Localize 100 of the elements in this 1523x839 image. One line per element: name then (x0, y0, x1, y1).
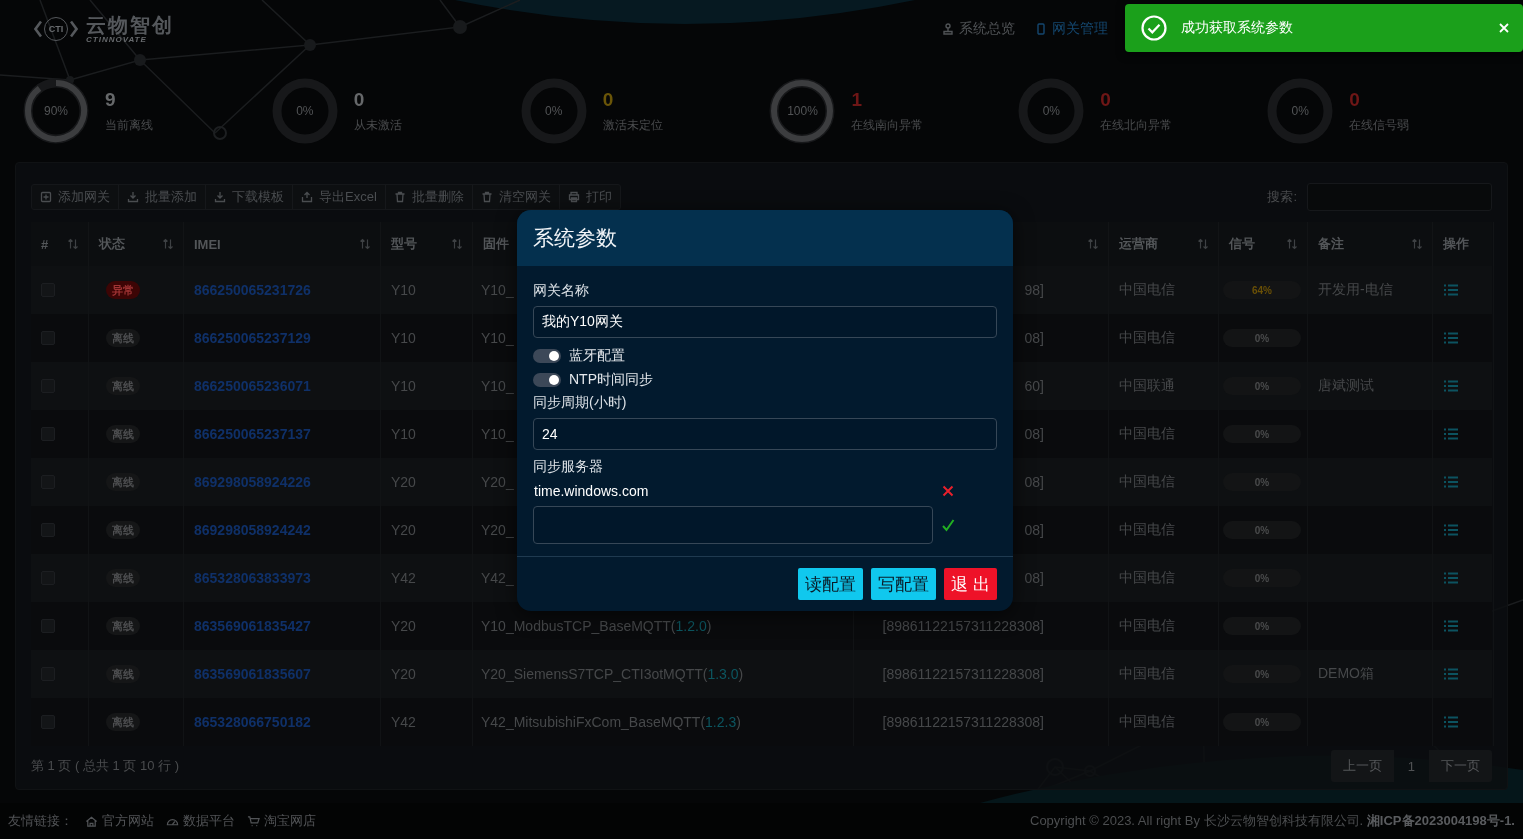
list-menu-icon[interactable] (1443, 668, 1459, 680)
sort-icon[interactable] (359, 238, 371, 250)
toolbar-button[interactable]: 打印 (559, 185, 620, 209)
iccid-text: 60] (1024, 378, 1044, 394)
download-icon (127, 191, 139, 203)
home-icon (85, 814, 98, 828)
logo-subtitle: CTINNOVATE (86, 35, 147, 44)
iccid-text: 08] (1024, 474, 1044, 490)
list-menu-icon[interactable] (1443, 572, 1459, 584)
firmware-text: Y10_ (481, 330, 514, 346)
firmware-text: Y10_ (481, 282, 514, 298)
footer-link[interactable]: 官方网站 (85, 812, 154, 830)
firmware-text: Y20_ (481, 474, 514, 490)
check-circle-icon (1141, 15, 1167, 41)
toolbar-button[interactable]: 清空网关 (472, 185, 560, 209)
imei-link[interactable]: 869298058924226 (194, 474, 311, 490)
signal-badge: 64% (1223, 281, 1301, 299)
imei-link[interactable]: 866250065237129 (194, 330, 311, 346)
firmware-text: Y10_ModbusTCP_BaseMQTT(1.2.0) (481, 618, 712, 634)
joystick-icon (942, 23, 954, 35)
stat-label: 当前离线 (105, 116, 153, 134)
toolbar-button[interactable]: 下载模板 (206, 185, 293, 209)
logo-title: 云物智创 (86, 14, 174, 35)
imei-link[interactable]: 863569061835607 (194, 666, 311, 682)
printer-icon (567, 191, 580, 203)
list-menu-icon[interactable] (1443, 380, 1459, 392)
sort-icon[interactable] (1197, 238, 1209, 250)
sort-icon[interactable] (162, 238, 174, 250)
iccid-text: [89861122157311228308] (882, 714, 1044, 730)
dialog-button[interactable]: 读配置 (798, 568, 864, 600)
stat-value: 1 (851, 88, 864, 111)
upload-icon (301, 191, 313, 203)
footer-link[interactable]: 数据平台 (166, 812, 235, 830)
dialog-title: 系统参数 (533, 225, 617, 251)
toolbar-button[interactable]: 添加网关 (32, 185, 119, 209)
text-input[interactable]: 我的Y10网关 (533, 306, 997, 338)
imei-link[interactable]: 865328066750182 (194, 714, 311, 730)
toggle-switch[interactable] (533, 349, 561, 363)
imei-link[interactable]: 865328063833973 (194, 570, 311, 586)
field-label: 网关名称 (533, 281, 589, 300)
imei-link[interactable]: 863569061835427 (194, 618, 311, 634)
iccid-text: 08] (1024, 426, 1044, 442)
sort-icon[interactable] (1411, 238, 1423, 250)
server-input[interactable] (533, 506, 933, 544)
imei-link[interactable]: 866250065236071 (194, 378, 311, 394)
check-icon[interactable] (941, 518, 955, 532)
stat-label: 在线南向异常 (851, 116, 924, 134)
imei-link[interactable]: 869298058924242 (194, 522, 311, 538)
iccid-text: 98] (1024, 282, 1044, 298)
sort-icon[interactable] (1286, 238, 1298, 250)
footer-link[interactable]: 淘宝网店 (247, 812, 316, 830)
server-address: time.windows.com (533, 483, 649, 499)
column-header: 备注 (1318, 235, 1344, 253)
trash-icon (393, 191, 406, 203)
list-menu-icon[interactable] (1443, 620, 1459, 632)
nav-link[interactable]: 网关管理 (1035, 20, 1108, 38)
sort-icon[interactable] (1087, 238, 1099, 250)
add-square-icon (40, 191, 52, 203)
stat-label: 激活未定位 (602, 116, 663, 134)
sort-icon[interactable] (451, 238, 463, 250)
toolbar-button[interactable]: 批量添加 (119, 185, 206, 209)
toggle-switch[interactable] (533, 373, 561, 387)
iccid-text: 08] (1024, 330, 1044, 346)
status-badge: 离线 (106, 617, 140, 635)
links-label: 友情链接： (8, 812, 73, 830)
trash-icon (480, 191, 493, 203)
column-header: 运营商 (1119, 235, 1158, 253)
list-menu-icon[interactable] (1443, 284, 1459, 296)
list-menu-icon[interactable] (1443, 476, 1459, 488)
close-icon[interactable] (1499, 23, 1509, 33)
nav-link[interactable]: 系统总览 (942, 20, 1015, 38)
dialog-button[interactable]: 退 出 (944, 568, 997, 600)
list-menu-icon[interactable] (1443, 524, 1459, 536)
delete-icon[interactable] (941, 484, 955, 498)
imei-link[interactable]: 866250065237137 (194, 426, 311, 442)
list-menu-icon[interactable] (1443, 716, 1459, 728)
model-text: Y10 (391, 330, 416, 346)
toolbar-button[interactable]: 导出Excel (293, 185, 386, 209)
dialog-button[interactable]: 写配置 (871, 568, 937, 600)
status-badge: 离线 (106, 665, 140, 683)
firmware-text: Y10_ (481, 426, 514, 442)
carrier-text: 中国电信 (1119, 521, 1175, 539)
status-badge: 异常 (106, 281, 140, 299)
imei-link[interactable]: 866250065231726 (194, 282, 311, 298)
stat-label: 从未激活 (353, 116, 402, 134)
status-badge: 离线 (106, 329, 140, 347)
model-text: Y42 (391, 570, 416, 586)
iccid-text: [89861122157311228308] (882, 618, 1044, 634)
page-button[interactable]: 1 (1393, 750, 1429, 782)
ring-percent: 0% (296, 104, 314, 118)
list-menu-icon[interactable] (1443, 428, 1459, 440)
status-badge: 离线 (106, 569, 140, 587)
toolbar-button[interactable]: 批量删除 (385, 185, 473, 209)
text-input[interactable]: 24 (533, 418, 997, 450)
list-menu-icon[interactable] (1443, 332, 1459, 344)
toggle-label: NTP时间同步 (569, 371, 653, 389)
sort-icon[interactable] (67, 238, 79, 250)
stat-label: 在线信号弱 (1349, 116, 1410, 134)
firmware-text: Y42_MitsubishiFxCom_BaseMQTT(1.2.3) (481, 714, 741, 730)
iccid-text: [89861122157311228308] (882, 666, 1044, 682)
